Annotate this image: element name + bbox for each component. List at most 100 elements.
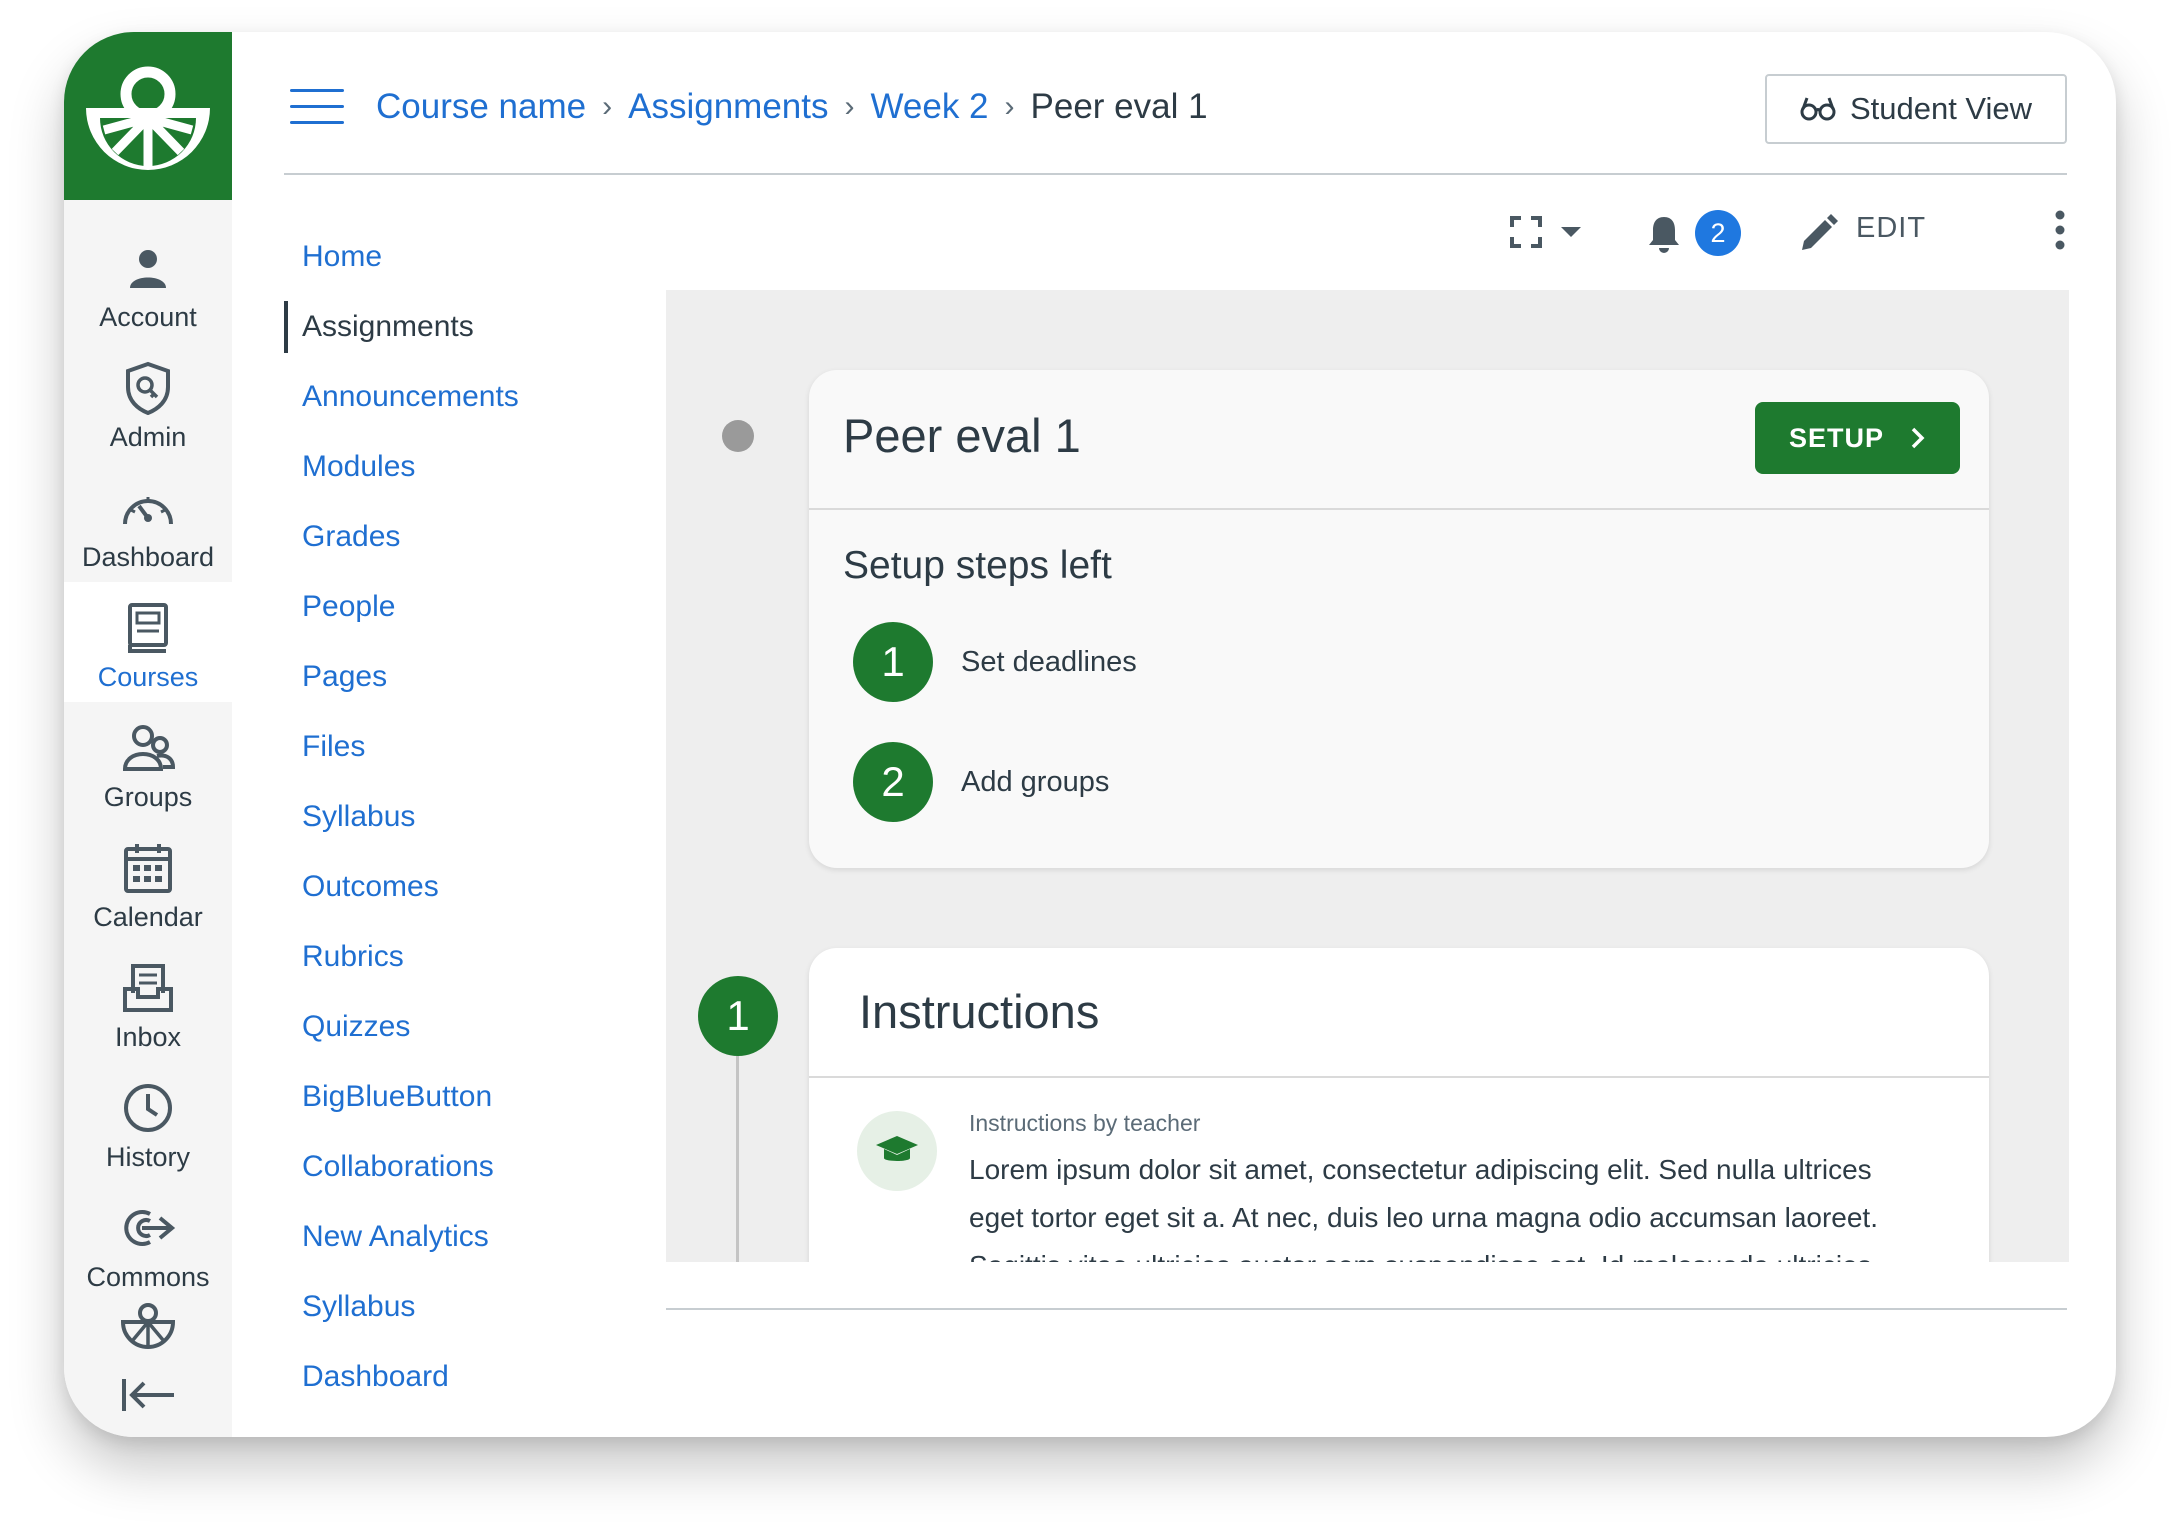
bell-icon <box>1649 217 1679 253</box>
lime-logo-icon <box>86 66 210 170</box>
history-clock-icon <box>120 1080 176 1136</box>
dashboard-gauge-icon <box>120 480 176 536</box>
gnav-admin-label: Admin <box>109 422 187 452</box>
gnav-courses[interactable]: Courses <box>64 582 232 702</box>
commons-icon <box>120 1200 176 1256</box>
card-divider <box>809 1076 1989 1078</box>
timeline-step-number: 1 <box>698 976 778 1056</box>
course-nav: Home Assignments Announcements Modules G… <box>284 222 644 1412</box>
gnav-courses-label: Courses <box>97 662 199 692</box>
gnav-history[interactable]: History <box>64 1062 232 1182</box>
course-nav-collaborations[interactable]: Collaborations <box>284 1132 644 1202</box>
card-divider <box>809 508 1989 510</box>
course-nav-home[interactable]: Home <box>284 222 644 292</box>
course-nav-grades[interactable]: Grades <box>284 502 644 572</box>
gnav-brand-mark[interactable] <box>64 1300 232 1350</box>
course-nav-syllabus-2[interactable]: Syllabus <box>284 1272 644 1342</box>
collapse-nav-button[interactable] <box>64 1377 232 1413</box>
teacher-avatar <box>857 1111 937 1191</box>
hamburger-icon <box>290 89 344 92</box>
setup-steps-title: Setup steps left <box>843 544 1112 587</box>
fullscreen-icon <box>1510 216 1542 248</box>
student-view-button[interactable]: Student View <box>1765 74 2067 144</box>
assignment-card: Peer eval 1 SETUP Setup steps left 1 Set… <box>809 370 1989 868</box>
gnav-inbox-label: Inbox <box>114 1022 182 1052</box>
step-number: 1 <box>853 622 933 702</box>
more-options-button[interactable] <box>2055 210 2065 250</box>
instructions-title: Instructions <box>859 985 1100 1038</box>
header-divider <box>284 173 2067 175</box>
course-nav-assignments[interactable]: Assignments <box>284 292 644 362</box>
caret-down-icon <box>1561 227 1581 237</box>
course-nav-announcements[interactable]: Announcements <box>284 362 644 432</box>
breadcrumb: Course name › Assignments › Week 2 › Pee… <box>376 82 1208 132</box>
step-label: Set deadlines <box>961 645 1137 678</box>
pencil-icon <box>1802 214 1838 250</box>
gnav-calendar-label: Calendar <box>93 902 203 932</box>
courses-book-icon <box>120 600 176 656</box>
graduation-cap-icon <box>876 1136 918 1161</box>
inbox-icon <box>120 960 176 1016</box>
admin-shield-icon <box>120 360 176 416</box>
course-nav-outcomes[interactable]: Outcomes <box>284 852 644 922</box>
breadcrumb-week[interactable]: Week 2 <box>870 87 988 127</box>
course-nav-rubrics[interactable]: Rubrics <box>284 922 644 992</box>
gnav-admin[interactable]: Admin <box>64 342 232 462</box>
instructions-card: Instructions Instructions by teacher Lor… <box>809 948 1989 1262</box>
breadcrumb-course[interactable]: Course name <box>376 87 586 127</box>
setup-button[interactable]: SETUP <box>1755 402 1960 474</box>
assignment-title: Peer eval 1 <box>843 409 1081 462</box>
step-number: 2 <box>853 742 933 822</box>
edit-label[interactable]: EDIT <box>1856 212 1926 245</box>
content-bottom-divider <box>666 1308 2067 1310</box>
gnav-dashboard[interactable]: Dashboard <box>64 462 232 582</box>
gnav-account-label: Account <box>99 302 197 332</box>
content-area: Peer eval 1 SETUP Setup steps left 1 Set… <box>666 290 2069 1262</box>
app-window: Account Admin Dashboard Courses Groups C… <box>64 32 2116 1437</box>
status-dot <box>722 420 754 452</box>
setup-label: SETUP <box>1788 422 1885 453</box>
breadcrumb-current: Peer eval 1 <box>1030 87 1208 126</box>
brand-logo[interactable] <box>64 32 232 200</box>
lime-mark-icon <box>120 1303 176 1349</box>
course-nav-syllabus[interactable]: Syllabus <box>284 782 644 852</box>
gnav-dashboard-label: Dashboard <box>81 542 215 572</box>
notification-count-badge: 2 <box>1695 210 1741 256</box>
course-nav-modules[interactable]: Modules <box>284 432 644 502</box>
course-nav-bigbluebutton[interactable]: BigBlueButton <box>284 1062 644 1132</box>
menu-toggle-button[interactable] <box>290 87 344 127</box>
collapse-arrow-icon <box>122 1379 174 1411</box>
course-nav-quizzes[interactable]: Quizzes <box>284 992 644 1062</box>
instructions-text: Lorem ipsum dolor sit amet, consectetur … <box>969 1154 1878 1262</box>
gnav-calendar[interactable]: Calendar <box>64 822 232 942</box>
course-nav-pages[interactable]: Pages <box>284 642 644 712</box>
course-nav-new-analytics[interactable]: New Analytics <box>284 1202 644 1272</box>
course-nav-files[interactable]: Files <box>284 712 644 782</box>
chevron-right-icon <box>1910 426 1926 450</box>
setup-step[interactable]: 1 Set deadlines <box>853 622 1137 702</box>
step-label: Add groups <box>961 765 1110 798</box>
course-nav-people[interactable]: People <box>284 572 644 642</box>
gnav-account[interactable]: Account <box>64 222 232 342</box>
gnav-commons[interactable]: Commons <box>64 1182 232 1302</box>
more-vertical-icon <box>2055 210 2065 250</box>
edit-button[interactable] <box>1798 214 1838 254</box>
groups-icon <box>120 720 176 776</box>
gnav-groups[interactable]: Groups <box>64 702 232 822</box>
fullscreen-dropdown-button[interactable] <box>1510 216 1582 248</box>
breadcrumb-assignments[interactable]: Assignments <box>628 87 828 127</box>
account-icon <box>120 240 176 296</box>
gnav-history-label: History <box>105 1142 190 1172</box>
instructions-author: Instructions by teacher <box>969 1110 1201 1136</box>
student-view-label: Student View <box>1849 91 2033 126</box>
course-nav-dashboard[interactable]: Dashboard <box>284 1342 644 1412</box>
breadcrumb-separator-icon: › <box>1004 90 1015 123</box>
glasses-icon <box>1800 95 1836 123</box>
setup-step[interactable]: 2 Add groups <box>853 742 1109 822</box>
global-nav: Account Admin Dashboard Courses Groups C… <box>64 32 232 1437</box>
gnav-groups-label: Groups <box>103 782 193 812</box>
gnav-inbox[interactable]: Inbox <box>64 942 232 1062</box>
notifications-button[interactable] <box>1646 214 1682 254</box>
breadcrumb-separator-icon: › <box>602 90 613 123</box>
gnav-commons-label: Commons <box>86 1262 210 1292</box>
